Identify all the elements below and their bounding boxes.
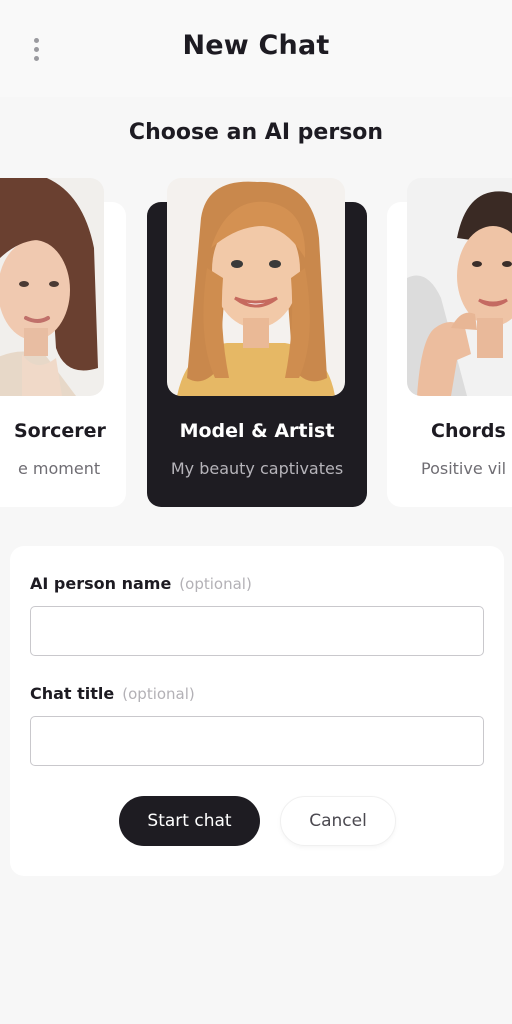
optional-hint: (optional) xyxy=(179,575,252,593)
persona-name: Chords xyxy=(431,420,506,442)
persona-carousel[interactable]: Sorcerer e moment Model & Artist My beau… xyxy=(0,175,512,515)
persona-name: Model & Artist xyxy=(179,420,335,442)
ai-person-name-input[interactable] xyxy=(30,606,484,656)
persona-card-chords[interactable]: Chords Positive vil xyxy=(387,178,512,507)
chat-title-label-text: Chat title xyxy=(30,684,115,703)
new-chat-form: AI person name (optional) Chat title (opti… xyxy=(10,546,504,876)
persona-name: Sorcerer xyxy=(14,420,106,442)
ai-person-name-label-text: AI person name xyxy=(30,574,172,593)
start-chat-button[interactable]: Start chat xyxy=(119,796,260,846)
optional-hint: (optional) xyxy=(122,685,195,703)
persona-photo xyxy=(0,178,104,396)
persona-description: My beauty captivates xyxy=(170,459,344,478)
persona-section-title: Choose an AI person xyxy=(128,120,384,145)
persona-photo xyxy=(167,178,345,396)
chat-title-input[interactable] xyxy=(30,716,484,766)
page-title: New Chat xyxy=(182,30,330,61)
persona-card-model-artist[interactable]: Model & Artist My beauty captivates xyxy=(147,178,367,507)
persona-card-sorcerer[interactable]: Sorcerer e moment xyxy=(0,178,126,507)
cancel-button[interactable]: Cancel xyxy=(280,796,396,846)
ai-person-name-label: AI person name (optional) xyxy=(30,574,252,593)
app-header: New Chat xyxy=(0,0,512,97)
persona-description: e moment xyxy=(18,459,101,478)
chat-title-label: Chat title (optional) xyxy=(30,684,195,703)
persona-description: Positive vil xyxy=(421,459,507,478)
persona-photo xyxy=(407,178,512,396)
